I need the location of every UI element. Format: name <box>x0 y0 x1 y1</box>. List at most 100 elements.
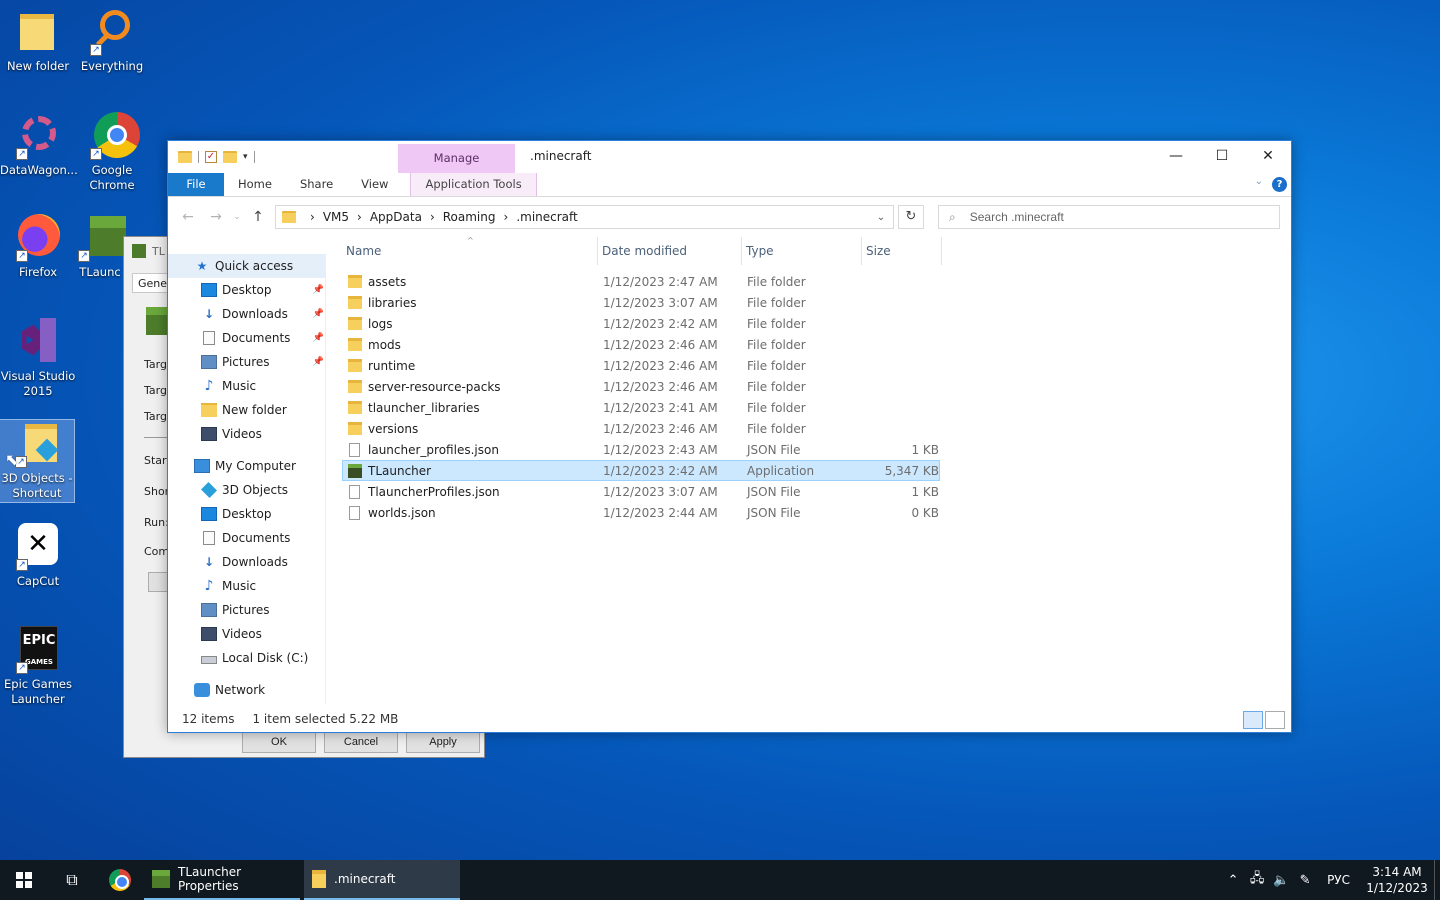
tab-manage[interactable]: Manage <box>398 144 515 173</box>
desktop-icon-visual-studio[interactable]: Visual Studio 2015 <box>0 318 76 399</box>
file-row[interactable]: assets 1/12/2023 2:47 AM File folder <box>342 271 940 292</box>
column-header-date[interactable]: Date modified <box>598 237 742 265</box>
file-row[interactable]: launcher_profiles.json 1/12/2023 2:43 AM J… <box>342 439 940 460</box>
nav-quick-desktop[interactable]: Desktop 📌 <box>168 278 328 302</box>
taskbar-tlauncher-properties[interactable]: TLauncher Properties <box>144 860 300 900</box>
file-row[interactable]: libraries 1/12/2023 3:07 AM File folder <box>342 292 940 313</box>
recent-locations-chevron-icon[interactable]: ⌄ <box>230 212 244 222</box>
maximize-button[interactable]: ☐ <box>1199 141 1245 171</box>
ok-button[interactable]: OK <box>242 731 316 753</box>
new-folder-icon[interactable] <box>223 151 237 163</box>
pictures-icon <box>201 603 217 617</box>
desktop-icon-new-folder[interactable]: New folder <box>0 8 76 74</box>
nav-quick-new-folder[interactable]: New folder <box>168 398 328 422</box>
large-icons-view-button[interactable] <box>1265 711 1285 729</box>
nav-pictures[interactable]: Pictures <box>168 598 328 622</box>
column-header-size[interactable]: Size <box>862 237 942 265</box>
up-button[interactable]: ↑ <box>244 209 272 225</box>
search-box[interactable]: ⌕ <box>938 205 1280 229</box>
folder-icon <box>312 870 326 888</box>
nav-quick-downloads[interactable]: ↓ Downloads 📌 <box>168 302 328 326</box>
properties-icon[interactable]: ✓ <box>205 151 217 163</box>
file-row[interactable]: TlauncherProfiles.json 1/12/2023 3:07 AM J… <box>342 481 940 502</box>
apply-button[interactable]: Apply <box>406 731 480 753</box>
expand-ribbon-icon[interactable]: ⌄ <box>1255 176 1263 187</box>
tab-home[interactable]: Home <box>224 173 286 196</box>
clock[interactable]: 3:14 AM 1/12/2023 <box>1360 864 1434 896</box>
search-input[interactable] <box>969 210 1250 224</box>
tab-file[interactable]: File <box>168 173 224 196</box>
file-name: server-resource-packs <box>368 379 501 394</box>
tab-share[interactable]: Share <box>286 173 347 196</box>
cancel-button[interactable]: Cancel <box>324 731 398 753</box>
breadcrumb-separator-icon[interactable]: › <box>310 210 315 224</box>
taskbar-chrome-button[interactable] <box>96 860 144 900</box>
column-header-type[interactable]: Type <box>742 237 862 265</box>
tab-general[interactable]: Gener <box>132 273 172 293</box>
file-row[interactable]: logs 1/12/2023 2:42 AM File folder <box>342 313 940 334</box>
nav-downloads[interactable]: ↓ Downloads <box>168 550 328 574</box>
nav-quick-pictures[interactable]: Pictures 📌 <box>168 350 328 374</box>
volume-icon[interactable]: 🔈 <box>1269 873 1293 888</box>
desktop-icon-datawagon[interactable]: ↗ DataWagon... <box>0 112 78 178</box>
nav-network[interactable]: Network <box>168 678 328 702</box>
folder-icon <box>14 8 62 56</box>
desktop-icon-everything[interactable]: ↗ Everything <box>74 8 150 74</box>
forward-button[interactable]: → <box>202 209 230 225</box>
address-bar[interactable]: › VM5 › AppData › Roaming › .minecraft ⌄ <box>275 205 894 229</box>
file-row[interactable]: runtime 1/12/2023 2:46 AM File folder <box>342 355 940 376</box>
network-icon[interactable]: 🖧 <box>1245 869 1269 891</box>
chevron-up-icon[interactable]: ⌃ <box>1221 873 1245 888</box>
nav-documents[interactable]: Documents <box>168 526 328 550</box>
chevron-down-icon[interactable]: ⌄ <box>869 212 893 223</box>
breadcrumb-separator-icon[interactable]: › <box>430 210 435 224</box>
breadcrumb-vm5[interactable]: VM5 <box>323 210 349 224</box>
nav-local-disk[interactable]: Local Disk (C:) <box>168 646 328 670</box>
nav-3d-objects[interactable]: 3D Objects <box>168 478 328 502</box>
close-button[interactable]: ✕ <box>1245 141 1291 171</box>
file-row[interactable]: versions 1/12/2023 2:46 AM File folder <box>342 418 940 439</box>
breadcrumb-roaming[interactable]: Roaming <box>443 210 496 224</box>
desktop-icon-epic-games[interactable]: EPIC GAMES ↗ Epic Games Launcher <box>0 626 76 707</box>
nav-desktop[interactable]: Desktop <box>168 502 328 526</box>
minimize-button[interactable]: — <box>1153 141 1199 171</box>
refresh-button[interactable]: ↻ <box>898 205 924 229</box>
task-view-button[interactable]: ⧉ <box>48 860 96 900</box>
file-row[interactable]: worlds.json 1/12/2023 2:44 AM JSON File 0 K… <box>342 502 940 523</box>
pen-icon[interactable]: ✎ <box>1293 873 1317 888</box>
taskbar-explorer-minecraft[interactable]: .minecraft <box>304 860 460 900</box>
tab-application-tools[interactable]: Application Tools <box>410 173 537 196</box>
file-row[interactable]: tlauncher_libraries 1/12/2023 2:41 AM File… <box>342 397 940 418</box>
breadcrumb-separator-icon[interactable]: › <box>357 210 362 224</box>
quick-access-toolbar: ✓ ▾ <box>168 151 255 163</box>
desktop-icon-capcut[interactable]: ✕ ↗ CapCut <box>0 523 76 589</box>
nav-videos[interactable]: Videos <box>168 622 328 646</box>
breadcrumb-minecraft[interactable]: .minecraft <box>516 210 577 224</box>
nav-quick-videos[interactable]: Videos <box>168 422 328 446</box>
open-file-location-button[interactable] <box>148 572 168 592</box>
nav-pane-divider[interactable] <box>325 254 326 704</box>
tab-view[interactable]: View <box>347 173 402 196</box>
nav-quick-documents[interactable]: Documents 📌 <box>168 326 328 350</box>
start-button[interactable] <box>0 860 48 900</box>
desktop-icon-tlauncher[interactable]: ↗ TLaunc <box>74 214 126 280</box>
details-view-button[interactable] <box>1243 711 1263 729</box>
language-indicator[interactable]: РУС <box>1317 873 1360 887</box>
desktop-icon-google-chrome[interactable]: ↗ Google Chrome <box>74 112 150 193</box>
chevron-down-icon[interactable]: ▾ <box>243 152 248 162</box>
nav-quick-access[interactable]: ★ Quick access <box>168 254 325 278</box>
file-row[interactable]: server-resource-packs 1/12/2023 2:46 AM Fi… <box>342 376 940 397</box>
breadcrumb-appdata[interactable]: AppData <box>370 210 422 224</box>
nav-quick-music[interactable]: ♪ Music <box>168 374 328 398</box>
help-icon[interactable]: ? <box>1272 177 1287 192</box>
desktop-icon <box>201 507 217 521</box>
back-button[interactable]: ← <box>174 209 202 225</box>
show-desktop-button[interactable] <box>1434 860 1440 900</box>
desktop-icon-firefox[interactable]: ↗ Firefox <box>0 214 76 280</box>
nav-my-computer[interactable]: My Computer <box>168 454 328 478</box>
breadcrumb-separator-icon[interactable]: › <box>504 210 509 224</box>
nav-music[interactable]: ♪ Music <box>168 574 328 598</box>
file-row[interactable]: TLauncher 1/12/2023 2:42 AM Application 5,3… <box>342 460 940 481</box>
file-date: 1/12/2023 2:42 AM <box>603 316 718 331</box>
file-row[interactable]: mods 1/12/2023 2:46 AM File folder <box>342 334 940 355</box>
